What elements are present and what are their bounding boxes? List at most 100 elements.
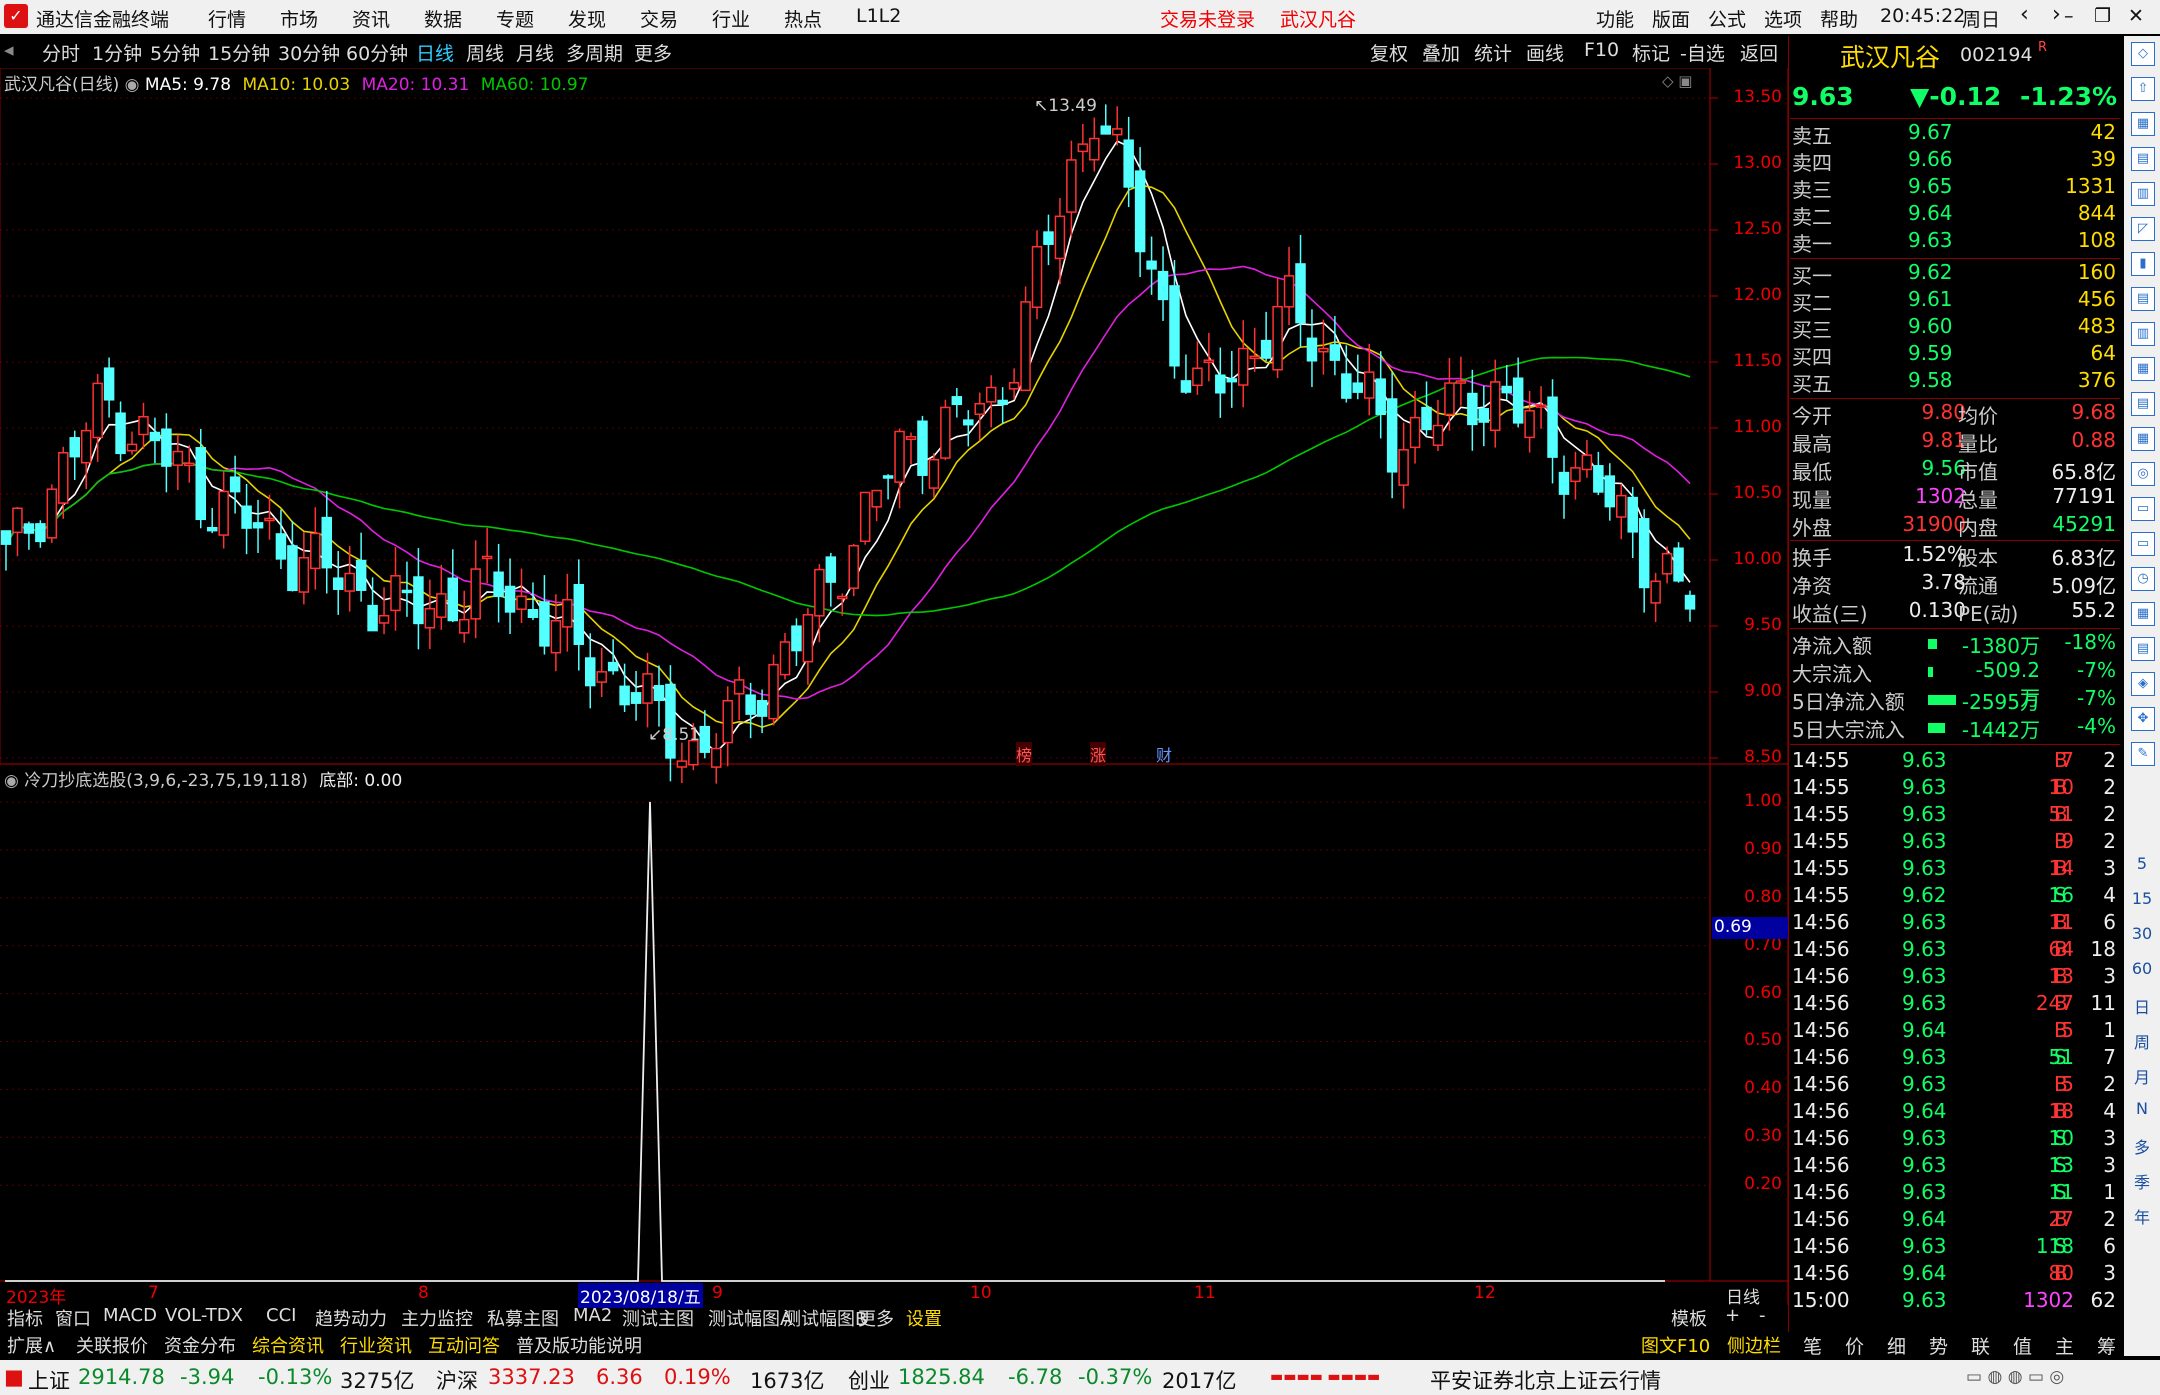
period-60min[interactable]: 60分钟 [346, 39, 408, 66]
close-icon[interactable]: ✕ [2128, 5, 2144, 27]
marker-bang[interactable]: 榜 [1016, 742, 1033, 766]
side-tool-icon[interactable]: ▦ [2131, 357, 2155, 381]
forward-icon[interactable]: › [2052, 2, 2061, 27]
ask-row[interactable]: 卖三 9.65 1331 [1790, 174, 2120, 202]
minimize-icon[interactable]: – [2064, 5, 2074, 27]
legend-toggle-icon[interactable]: ◉ [125, 75, 145, 95]
period-fenshi[interactable]: 分时 [42, 39, 80, 66]
tick-row[interactable]: 14:56 9.64 27 B 2 [1790, 1207, 2120, 1234]
tick-row[interactable]: 14:56 9.63 11 B 6 [1790, 910, 2120, 937]
extension-tab[interactable]: 关联报价 [73, 1332, 151, 1357]
tool-huaxian[interactable]: 画线 [1526, 39, 1564, 66]
tick-row[interactable]: 14:56 9.63 13 S 3 [1790, 1153, 2120, 1180]
stat2-row[interactable]: 换手 1.52% 股本 6.83亿 [1790, 542, 2120, 570]
menu-hangqing[interactable]: 行情 [208, 5, 246, 32]
stat-row[interactable]: 外盘 31900 内盘 45291 [1790, 512, 2120, 540]
side-period-button[interactable]: 多 [2124, 1134, 2160, 1158]
extension-tab[interactable]: 互动问答 [425, 1332, 503, 1357]
side-period-button[interactable]: 周 [2124, 1029, 2160, 1053]
indicator-tab[interactable]: 主力监控 [398, 1305, 476, 1330]
tool-fuquan[interactable]: 复权 [1370, 39, 1408, 66]
side-tool-icon[interactable]: ⇧ [2131, 77, 2155, 101]
quote-tab[interactable]: 主 [2052, 1332, 2077, 1358]
tool-tongji[interactable]: 统计 [1474, 39, 1512, 66]
quote-tab[interactable]: 筹 [2094, 1332, 2119, 1358]
side-period-button[interactable]: 季 [2124, 1169, 2160, 1193]
side-tool-icon[interactable]: ▭ [2131, 532, 2155, 556]
tick-row[interactable]: 14:56 9.63 64 B 18 [1790, 937, 2120, 964]
menu-gongneng[interactable]: 功能 [1596, 5, 1634, 32]
side-period-button[interactable]: 日 [2124, 994, 2160, 1018]
menu-zhuanti[interactable]: 专题 [496, 5, 534, 32]
trade-status[interactable]: 交易未登录 [1160, 5, 1255, 32]
bid-row[interactable]: 买三 9.60 483 [1790, 314, 2120, 342]
server-name[interactable]: 平安证券北京上证云行情 [1430, 1365, 1661, 1395]
side-period-button[interactable]: 15 [2124, 889, 2160, 908]
template-control[interactable]: - [1756, 1305, 1769, 1329]
template-control[interactable]: 模板 [1668, 1305, 1710, 1330]
period-5min[interactable]: 5分钟 [150, 39, 200, 66]
tick-row[interactable]: 14:55 9.63 51 B 2 [1790, 802, 2120, 829]
side-tool-icon[interactable]: ▭ [2131, 497, 2155, 521]
quote-tab[interactable]: 值 [2010, 1332, 2035, 1358]
indicator-tab[interactable]: 趋势动力 [312, 1305, 390, 1330]
marker-zhang[interactable]: 涨 [1090, 742, 1107, 766]
period-15min[interactable]: 15分钟 [208, 39, 270, 66]
tick-row[interactable]: 15:00 9.63 1302 62 [1790, 1288, 2120, 1315]
side-tool-icon[interactable]: ◇ [2131, 42, 2155, 66]
stat-row[interactable]: 现量 1302 总量 77191 [1790, 484, 2120, 512]
side-tool-icon[interactable]: ✎ [2131, 742, 2155, 766]
bid-row[interactable]: 买一 9.62 160 [1790, 260, 2120, 288]
indicator-tab[interactable]: 更多 [855, 1305, 897, 1330]
back-icon[interactable]: ‹ [2020, 2, 2029, 27]
menu-faxian[interactable]: 发现 [568, 5, 606, 32]
restore-icon[interactable]: ❐ [2094, 5, 2111, 27]
chart-settings-icon[interactable]: ◇ ▣ [1662, 72, 1692, 90]
side-tool-icon[interactable]: ▥ [2131, 182, 2155, 206]
tool-f10[interactable]: F10 [1584, 39, 1619, 61]
ask-row[interactable]: 卖五 9.67 42 [1790, 120, 2120, 148]
side-tool-icon[interactable]: ▤ [2131, 147, 2155, 171]
tick-row[interactable]: 14:56 9.63 13 B 3 [1790, 964, 2120, 991]
side-tool-icon[interactable]: ▤ [2131, 637, 2155, 661]
side-period-button[interactable]: 5 [2124, 854, 2160, 873]
period-weekly[interactable]: 周线 [466, 39, 504, 66]
side-tool-icon[interactable]: ▮ [2131, 252, 2155, 276]
menu-shuju[interactable]: 数据 [424, 5, 462, 32]
tick-row[interactable]: 14:56 9.64 80 B 3 [1790, 1261, 2120, 1288]
menu-redian[interactable]: 热点 [784, 5, 822, 32]
tick-row[interactable]: 14:56 9.64 5 B 1 [1790, 1018, 2120, 1045]
indicator-tab[interactable]: 窗口 [52, 1305, 94, 1330]
menu-jiaoyi[interactable]: 交易 [640, 5, 678, 32]
side-period-button[interactable]: 月 [2124, 1064, 2160, 1088]
tick-row[interactable]: 14:56 9.63 118 S 6 [1790, 1234, 2120, 1261]
template-control[interactable]: + [1722, 1305, 1743, 1329]
menu-l1l2[interactable]: L1L2 [856, 5, 901, 27]
stat-row[interactable]: 今开 9.80 均价 9.68 [1790, 400, 2120, 428]
scroll-left-icon[interactable]: ◂ [4, 39, 14, 61]
flow-row[interactable]: 净流入额 -1380万 -18% [1790, 630, 2120, 658]
menu-zixun[interactable]: 资讯 [352, 5, 390, 32]
tool-biaoji[interactable]: 标记 [1632, 39, 1670, 66]
stat2-row[interactable]: 收益(三) 0.130 PE(动) 55.2 [1790, 598, 2120, 626]
tick-row[interactable]: 14:56 9.64 18 B 4 [1790, 1099, 2120, 1126]
period-daily[interactable]: 日线 [416, 39, 454, 66]
indicator-tab[interactable]: 私募主图 [484, 1305, 562, 1330]
sidebar-toggle[interactable]: 图文F10 [1638, 1332, 1713, 1357]
idx1-name[interactable]: 上证 [28, 1365, 70, 1395]
indicator-tab[interactable]: 指标 [4, 1305, 46, 1330]
side-tool-icon[interactable]: ▦ [2131, 602, 2155, 626]
side-tool-icon[interactable]: ◎ [2131, 462, 2155, 486]
indicator-tab[interactable]: VOL-TDX [162, 1305, 246, 1329]
marker-cai[interactable]: 财 [1156, 742, 1172, 766]
side-tool-icon[interactable]: ◷ [2131, 567, 2155, 591]
quote-tab[interactable]: 价 [1842, 1332, 1867, 1358]
side-period-button[interactable]: 年 [2124, 1204, 2160, 1228]
menu-hangye[interactable]: 行业 [712, 5, 750, 32]
side-tool-icon[interactable]: ▦ [2131, 427, 2155, 451]
indicator-tab[interactable]: MA2 [570, 1305, 615, 1329]
quote-tab[interactable]: 势 [1926, 1332, 1951, 1358]
tick-row[interactable]: 14:56 9.63 247 B 11 [1790, 991, 2120, 1018]
tick-row[interactable]: 14:55 9.62 16 S 4 [1790, 883, 2120, 910]
side-tool-icon[interactable]: ✥ [2131, 707, 2155, 731]
